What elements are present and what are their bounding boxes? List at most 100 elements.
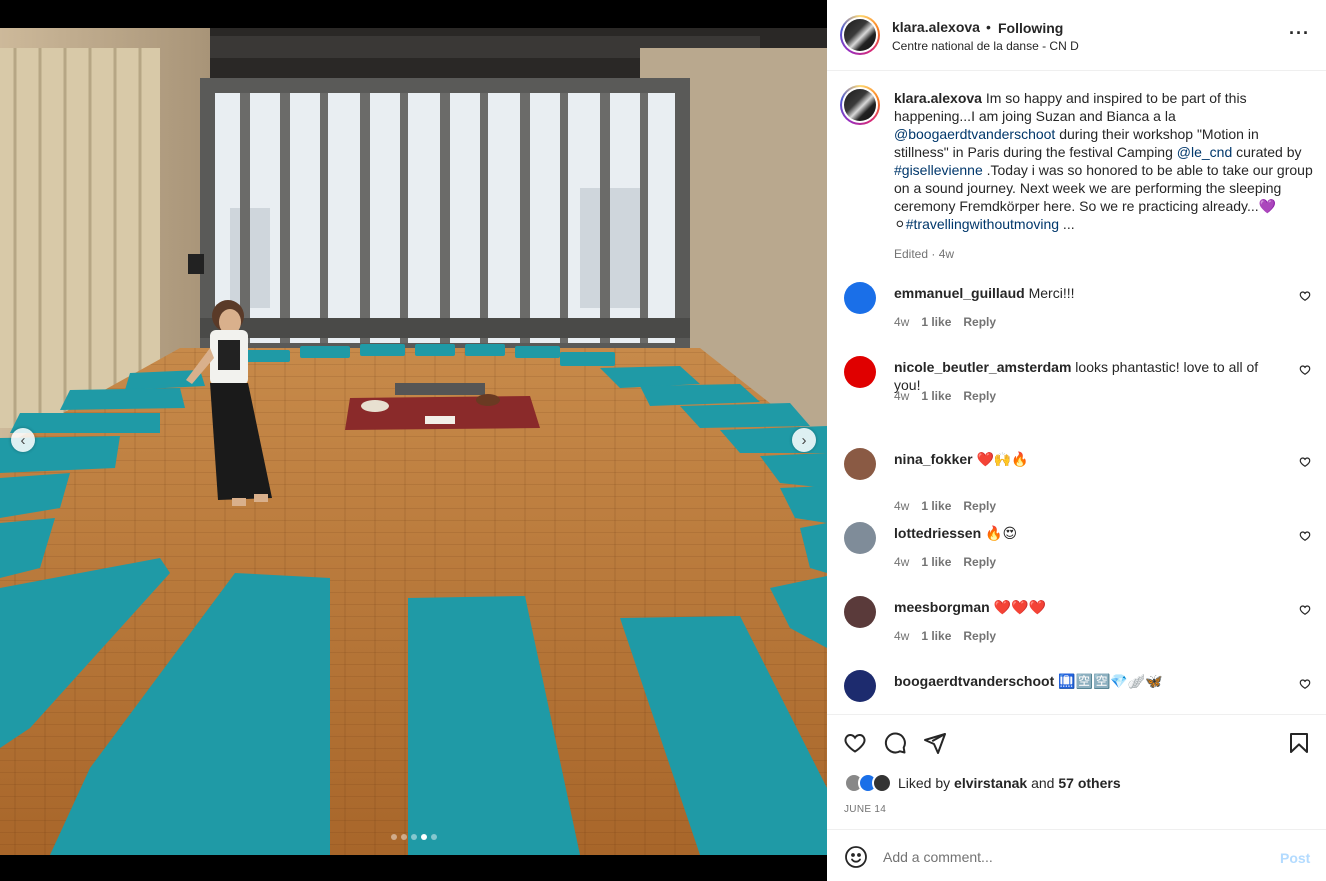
comment-meta: 4w 1 like Reply <box>894 315 996 329</box>
carousel-next-button[interactable]: › <box>792 428 816 452</box>
comment-body: 🛄🈳🈳💎🪽🦋 <box>1058 673 1163 689</box>
comment-like-count[interactable]: 1 like <box>921 389 951 403</box>
likes-summary: Liked by elvirstanak and 57 others <box>844 773 1121 793</box>
liked-by-prefix: Liked by <box>898 775 955 791</box>
bookmark-icon[interactable] <box>1287 731 1311 755</box>
commenter-username[interactable]: nina_fokker <box>894 451 973 467</box>
comment-body: ❤️❤️❤️ <box>993 599 1046 615</box>
carousel-dot <box>431 834 437 840</box>
comment-heart-icon[interactable] <box>1299 290 1311 302</box>
caption-segment: curated by <box>1232 144 1302 160</box>
carousel-indicator <box>391 834 437 840</box>
post-comment-button[interactable]: Post <box>1280 850 1310 866</box>
post-date[interactable]: JUNE 14 <box>844 804 886 815</box>
comment-meta: 4w 1 like Reply <box>894 499 996 513</box>
reply-button[interactable]: Reply <box>963 555 996 569</box>
comments-list[interactable]: klara.alexova Im so happy and inspired t… <box>827 72 1326 714</box>
edited-label: Edited <box>894 247 929 261</box>
send-icon[interactable] <box>923 731 947 755</box>
commenter-avatar[interactable] <box>844 670 876 702</box>
caption-author-avatar[interactable] <box>840 85 880 125</box>
meta-separator: · <box>928 247 939 261</box>
reply-button[interactable]: Reply <box>963 315 996 329</box>
comment-like-count[interactable]: 1 like <box>921 499 951 513</box>
comment-icon[interactable] <box>883 731 907 755</box>
comment-heart-icon[interactable] <box>1299 530 1311 542</box>
comment-meta: 4w 1 like Reply <box>894 389 996 403</box>
comment-time[interactable]: 4w <box>894 499 909 513</box>
instagram-post-modal: ‹ › klara.alexova • Following Centre nat… <box>0 0 1326 881</box>
liked-by-and: and <box>1027 775 1059 791</box>
comment-like-count[interactable]: 1 like <box>921 315 951 329</box>
commenter-username[interactable]: boogaerdtvanderschoot <box>894 673 1054 689</box>
reply-button[interactable]: Reply <box>963 629 996 643</box>
heart-icon[interactable] <box>843 731 867 755</box>
carousel-dot <box>421 834 427 840</box>
post-photo <box>0 28 827 855</box>
add-comment-bar: Post <box>827 829 1326 881</box>
caption-username[interactable]: klara.alexova <box>894 90 982 106</box>
comment-like-count[interactable]: 1 like <box>921 555 951 569</box>
comment-meta: 4w 1 like Reply <box>894 555 996 569</box>
comment-heart-icon[interactable] <box>1299 456 1311 468</box>
comment-text: emmanuel_guillaud Merci!!! <box>894 284 1284 302</box>
comment-meta: 4w 1 like Reply <box>894 629 996 643</box>
comment-heart-icon[interactable] <box>1299 678 1311 690</box>
comment-time[interactable]: 4w <box>894 629 909 643</box>
carousel-dot <box>411 834 417 840</box>
comment-body: Merci!!! <box>1028 285 1075 301</box>
comment-body: ❤️🙌🔥 <box>976 451 1029 467</box>
carousel-dot <box>401 834 407 840</box>
commenter-username[interactable]: lottedriessen <box>894 525 981 541</box>
author-avatar[interactable] <box>840 15 880 55</box>
liked-by-user[interactable]: elvirstanak <box>954 775 1027 791</box>
mention-link[interactable]: @le_cnd <box>1177 144 1232 160</box>
mention-link[interactable]: @boogaerdtvanderschoot <box>894 126 1055 142</box>
author-username[interactable]: klara.alexova <box>892 19 980 35</box>
following-button[interactable]: Following <box>998 20 1063 36</box>
liked-by-text: Liked by elvirstanak and 57 others <box>898 775 1121 791</box>
comment-text: lottedriessen 🔥😍 <box>894 524 1284 542</box>
commenter-avatar[interactable] <box>844 282 876 314</box>
caption-segment: ... <box>1059 216 1075 232</box>
caption-text: klara.alexova Im so happy and inspired t… <box>894 89 1314 233</box>
post-header: klara.alexova • Following Centre nationa… <box>827 0 1326 71</box>
commenter-avatar[interactable] <box>844 448 876 480</box>
hashtag-link[interactable]: #travellingwithoutmoving <box>906 216 1059 232</box>
reply-button[interactable]: Reply <box>963 389 996 403</box>
header-separator: • <box>986 19 991 35</box>
comment-heart-icon[interactable] <box>1299 604 1311 616</box>
reply-button[interactable]: Reply <box>963 499 996 513</box>
comment-input[interactable] <box>883 844 1263 870</box>
location-link[interactable]: Centre national de la danse - CN D <box>892 39 1079 53</box>
liker-avatar <box>872 773 892 793</box>
emoji-icon[interactable] <box>844 845 868 869</box>
commenter-username[interactable]: nicole_beutler_amsterdam <box>894 359 1071 375</box>
carousel-dot <box>391 834 397 840</box>
commenter-avatar[interactable] <box>844 596 876 628</box>
commenter-username[interactable]: emmanuel_guillaud <box>894 285 1025 301</box>
comment-time[interactable]: 4w <box>894 555 909 569</box>
commenter-avatar[interactable] <box>844 356 876 388</box>
hashtag-link[interactable]: #gisellevienne <box>894 162 983 178</box>
comment-text: meesborgman ❤️❤️❤️ <box>894 598 1284 616</box>
commenter-avatar[interactable] <box>844 522 876 554</box>
liked-by-others[interactable]: 57 others <box>1058 775 1120 791</box>
post-actions: Liked by elvirstanak and 57 others JUNE … <box>827 714 1326 829</box>
chevron-left-icon: ‹ <box>20 431 26 449</box>
comment-like-count[interactable]: 1 like <box>921 629 951 643</box>
carousel-prev-button[interactable]: ‹ <box>11 428 35 452</box>
comment-time[interactable]: 4w <box>894 389 909 403</box>
caption-meta: Edited · 4w <box>894 247 954 261</box>
more-horizontal-icon[interactable]: ··· <box>1289 24 1310 42</box>
comment-time[interactable]: 4w <box>894 315 909 329</box>
comment-text: nina_fokker ❤️🙌🔥 <box>894 450 1284 468</box>
post-media: ‹ › <box>0 0 827 881</box>
commenter-username[interactable]: meesborgman <box>894 599 990 615</box>
comment-body: 🔥😍 <box>985 525 1018 541</box>
comment-heart-icon[interactable] <box>1299 364 1311 376</box>
chevron-right-icon: › <box>801 431 807 449</box>
caption-time[interactable]: 4w <box>939 247 954 261</box>
post-side-panel: klara.alexova • Following Centre nationa… <box>827 0 1326 881</box>
comment-text: boogaerdtvanderschoot 🛄🈳🈳💎🪽🦋 <box>894 672 1284 690</box>
